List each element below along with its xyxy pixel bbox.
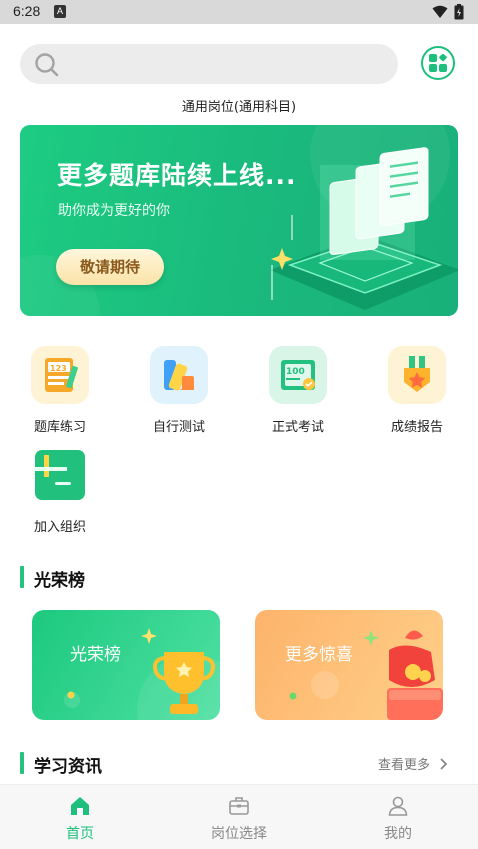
svg-text:100: 100 (286, 367, 305, 377)
promo-banner[interactable]: 更多题库陆续上线... 助你成为更好的你 敬请期待 (20, 125, 458, 316)
tab-label: 我的 (384, 826, 412, 842)
tab-label: 岗位选择 (211, 826, 267, 842)
section-accent-bar (20, 752, 24, 774)
formal-exam-icon: 100 (269, 346, 327, 404)
grid-icon (429, 54, 447, 72)
feature-label: 成绩报告 (390, 420, 443, 435)
chevron-right-icon (440, 758, 448, 770)
surprise-card-label: 更多惊喜 (285, 645, 353, 665)
stay-tuned-button[interactable]: 敬请期待 (56, 249, 164, 285)
banner-title: 更多题库陆续上线... (57, 161, 297, 190)
feature-join-organization[interactable]: 加入组织 (20, 446, 100, 535)
honor-card-label: 光荣榜 (70, 645, 121, 665)
battery-icon (454, 4, 464, 20)
tab-home[interactable]: 首页 (20, 785, 140, 849)
apps-grid-button[interactable] (421, 46, 455, 80)
svg-text:123: 123 (50, 364, 67, 373)
notification-icon: A (54, 5, 66, 18)
feature-label: 加入组织 (33, 520, 86, 535)
profile-icon (388, 796, 408, 816)
feature-label: 题库练习 (33, 420, 86, 435)
question-bank-icon: 123 (31, 346, 89, 404)
join-organization-icon (31, 446, 89, 504)
search-input[interactable] (20, 44, 398, 84)
news-section-title: 学习资讯 (34, 757, 102, 777)
search-icon (35, 53, 59, 77)
view-more-label: 查看更多 (378, 758, 431, 773)
tab-label: 首页 (66, 826, 94, 842)
wifi-icon (432, 5, 448, 18)
feature-formal-exam[interactable]: 100 正式考试 (258, 346, 338, 435)
home-icon (71, 797, 89, 815)
subject-selector[interactable]: 通用岗位(通用科目) (0, 96, 478, 115)
feature-question-bank[interactable]: 123 题库练习 (20, 346, 100, 435)
view-more-link[interactable]: 查看更多 (378, 754, 449, 773)
feature-self-test[interactable]: 自行测试 (139, 346, 219, 435)
status-bar: 6:28 A (0, 0, 478, 24)
bottom-tab-bar: 首页 岗位选择 我的 (0, 784, 478, 849)
feature-label: 正式考试 (271, 420, 324, 435)
section-accent-bar (20, 566, 24, 588)
banner-illustration (20, 125, 458, 316)
banner-subtitle: 助你成为更好的你 (58, 203, 170, 219)
briefcase-icon (229, 797, 249, 815)
tab-profile[interactable]: 我的 (338, 785, 458, 849)
self-test-icon (150, 346, 208, 404)
gift-icon (289, 630, 443, 720)
more-surprises-card[interactable]: 更多惊喜 (255, 610, 443, 720)
tab-position-select[interactable]: 岗位选择 (179, 785, 299, 849)
feature-score-report[interactable]: 成绩报告 (377, 346, 457, 435)
status-time: 6:28 (13, 3, 41, 19)
score-report-icon (388, 346, 446, 404)
feature-label: 自行测试 (152, 420, 205, 435)
honor-roll-card[interactable]: 光荣榜 (32, 610, 220, 720)
trophy-icon (64, 628, 220, 720)
honor-section-title: 光荣榜 (34, 571, 85, 591)
